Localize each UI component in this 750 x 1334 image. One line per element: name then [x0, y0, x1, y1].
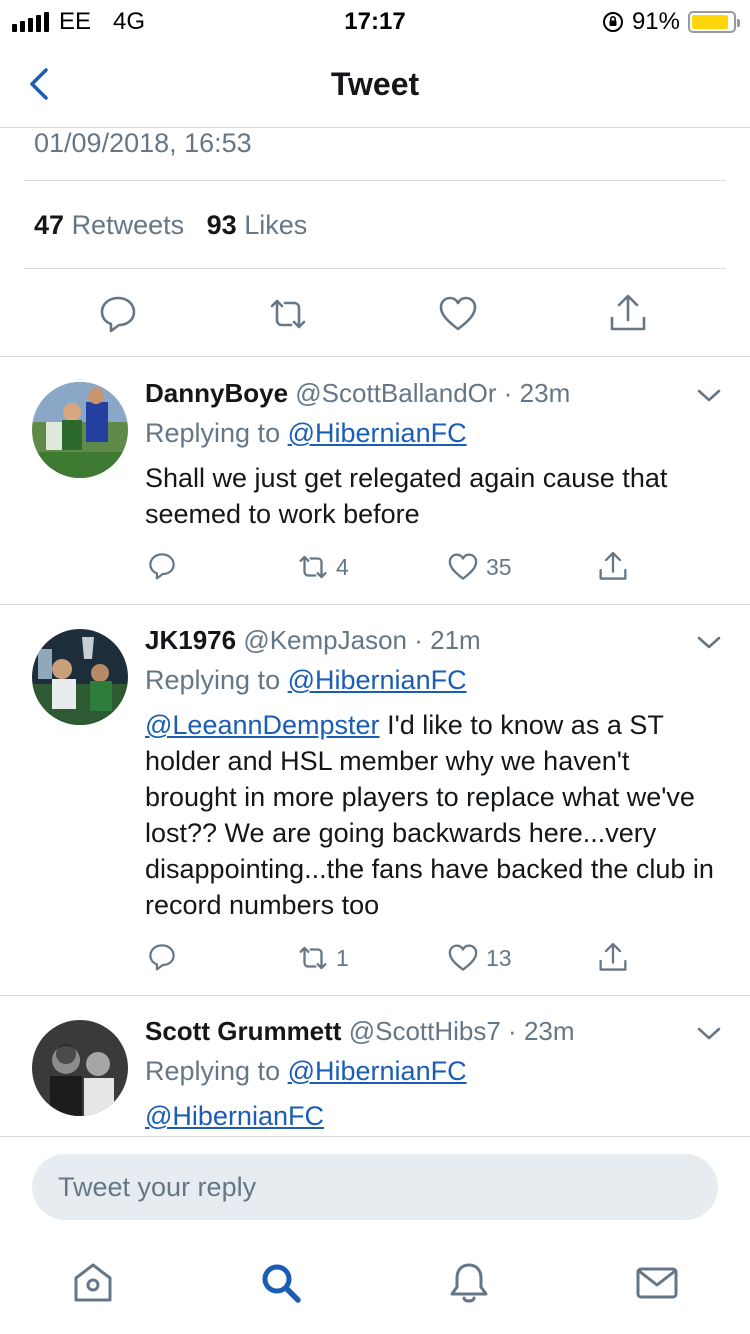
- reply-actions: 4 35: [0, 550, 750, 586]
- user-handle[interactable]: @ScottHibs7: [349, 1016, 501, 1046]
- reply-button[interactable]: [146, 941, 178, 973]
- divider: [0, 604, 750, 605]
- replying-to-link[interactable]: @HibernianFC: [288, 665, 467, 695]
- like-icon: [448, 553, 478, 580]
- divider: [0, 995, 750, 996]
- messages-icon[interactable]: [634, 1260, 680, 1306]
- retweet-count: 4: [336, 553, 349, 580]
- retweet-icon: [299, 946, 327, 970]
- reply-body: @LeeannDempster I'd like to know as a ST…: [145, 707, 725, 923]
- replying-to: Replying to @HibernianFC: [145, 1056, 467, 1087]
- avatar[interactable]: [32, 1020, 128, 1116]
- home-icon[interactable]: [70, 1260, 116, 1306]
- divider: [24, 180, 726, 181]
- display-name[interactable]: Scott Grummett: [145, 1016, 341, 1046]
- user-handle[interactable]: @ScottBallandOr: [295, 378, 496, 408]
- reply-tweet[interactable]: Scott Grummett @ScottHibs7 · 23m Replyin…: [0, 1016, 750, 1136]
- reply-header: DannyBoye @ScottBallandOr · 23m: [145, 378, 571, 408]
- share-icon: [599, 551, 627, 580]
- replying-to-link[interactable]: @HibernianFC: [288, 1056, 467, 1086]
- likes-stat[interactable]: 93 Likes: [207, 210, 308, 240]
- retweet-button[interactable]: 4: [296, 550, 349, 584]
- chevron-down-icon[interactable]: [695, 633, 723, 653]
- avatar-image: [32, 382, 128, 478]
- status-bar: EE 4G 17:17 91%: [0, 0, 750, 40]
- like-count: 13: [486, 944, 512, 971]
- reply-actions: 1 13: [0, 941, 750, 977]
- retweets-stat[interactable]: 47 Retweets: [34, 210, 184, 240]
- replying-to: Replying to @HibernianFC: [145, 418, 467, 449]
- orientation-lock-icon: [602, 12, 623, 32]
- reply-icon: [149, 944, 175, 971]
- reply-text: I'd like to know as a ST holder and HSL …: [145, 710, 714, 920]
- reply-time: 21m: [430, 625, 481, 655]
- share-icon: [599, 942, 627, 971]
- reply-header: JK1976 @KempJason · 21m: [145, 625, 481, 655]
- retweet-icon: [299, 555, 327, 579]
- divider: [0, 356, 750, 357]
- tab-bar: [0, 1250, 750, 1334]
- display-name[interactable]: DannyBoye: [145, 378, 288, 408]
- tweet-stats: 47 Retweets 93 Likes: [34, 210, 307, 241]
- tweet-actions: [0, 292, 750, 336]
- mention-link[interactable]: @LeeannDempster: [145, 710, 380, 740]
- reply-button[interactable]: [146, 550, 178, 582]
- likes-count: 93: [206, 210, 237, 240]
- tweet-timestamp: 01/09/2018, 16:53: [34, 128, 252, 158]
- reply-text: Shall we just get relegated again cause …: [145, 463, 668, 529]
- replying-prefix: Replying to: [145, 665, 281, 695]
- replying-to: Replying to @HibernianFC: [145, 665, 467, 696]
- navigation-bar: Tweet: [0, 40, 750, 128]
- replying-to-link[interactable]: @HibernianFC: [288, 418, 467, 448]
- reply-placeholder: Tweet your reply: [58, 1171, 257, 1202]
- like-button[interactable]: 35: [446, 550, 512, 584]
- chevron-down-icon[interactable]: [695, 386, 723, 406]
- retweet-count: 1: [336, 944, 349, 971]
- display-name[interactable]: JK1976: [145, 625, 236, 655]
- avatar-image: [32, 1020, 128, 1116]
- mention-link[interactable]: @HibernianFC: [145, 1101, 324, 1131]
- share-button[interactable]: [596, 550, 630, 584]
- reply-body: @HibernianFC: [145, 1098, 725, 1134]
- avatar-image: [32, 629, 128, 725]
- share-button[interactable]: [596, 941, 630, 975]
- retweet-icon[interactable]: [266, 292, 310, 336]
- like-icon: [448, 944, 478, 971]
- battery-icon: [688, 11, 740, 33]
- avatar[interactable]: [32, 382, 128, 478]
- user-handle[interactable]: @KempJason: [243, 625, 407, 655]
- reply-icon[interactable]: [96, 292, 140, 336]
- search-icon[interactable]: [258, 1260, 304, 1306]
- notifications-icon[interactable]: [446, 1260, 492, 1306]
- like-icon[interactable]: [436, 292, 480, 336]
- replying-prefix: Replying to: [145, 1056, 281, 1086]
- reply-icon: [149, 553, 175, 580]
- battery-percent: 91%: [631, 8, 680, 35]
- retweets-count: 47: [34, 210, 65, 240]
- reply-header: Scott Grummett @ScottHibs7 · 23m: [145, 1016, 575, 1046]
- share-icon[interactable]: [606, 292, 650, 336]
- reply-time: 23m: [523, 1016, 575, 1046]
- chevron-down-icon[interactable]: [695, 1024, 723, 1044]
- like-button[interactable]: 13: [446, 941, 512, 975]
- retweet-button[interactable]: 1: [296, 941, 349, 975]
- retweets-label: Retweets: [71, 210, 185, 240]
- page-title: Tweet: [330, 66, 420, 102]
- reply-time: 23m: [519, 378, 571, 408]
- reply-input[interactable]: Tweet your reply: [32, 1154, 718, 1220]
- avatar[interactable]: [32, 629, 128, 725]
- replying-prefix: Replying to: [145, 418, 281, 448]
- like-count: 35: [486, 553, 512, 580]
- divider: [0, 1136, 750, 1137]
- likes-label: Likes: [244, 210, 308, 240]
- divider: [24, 268, 726, 269]
